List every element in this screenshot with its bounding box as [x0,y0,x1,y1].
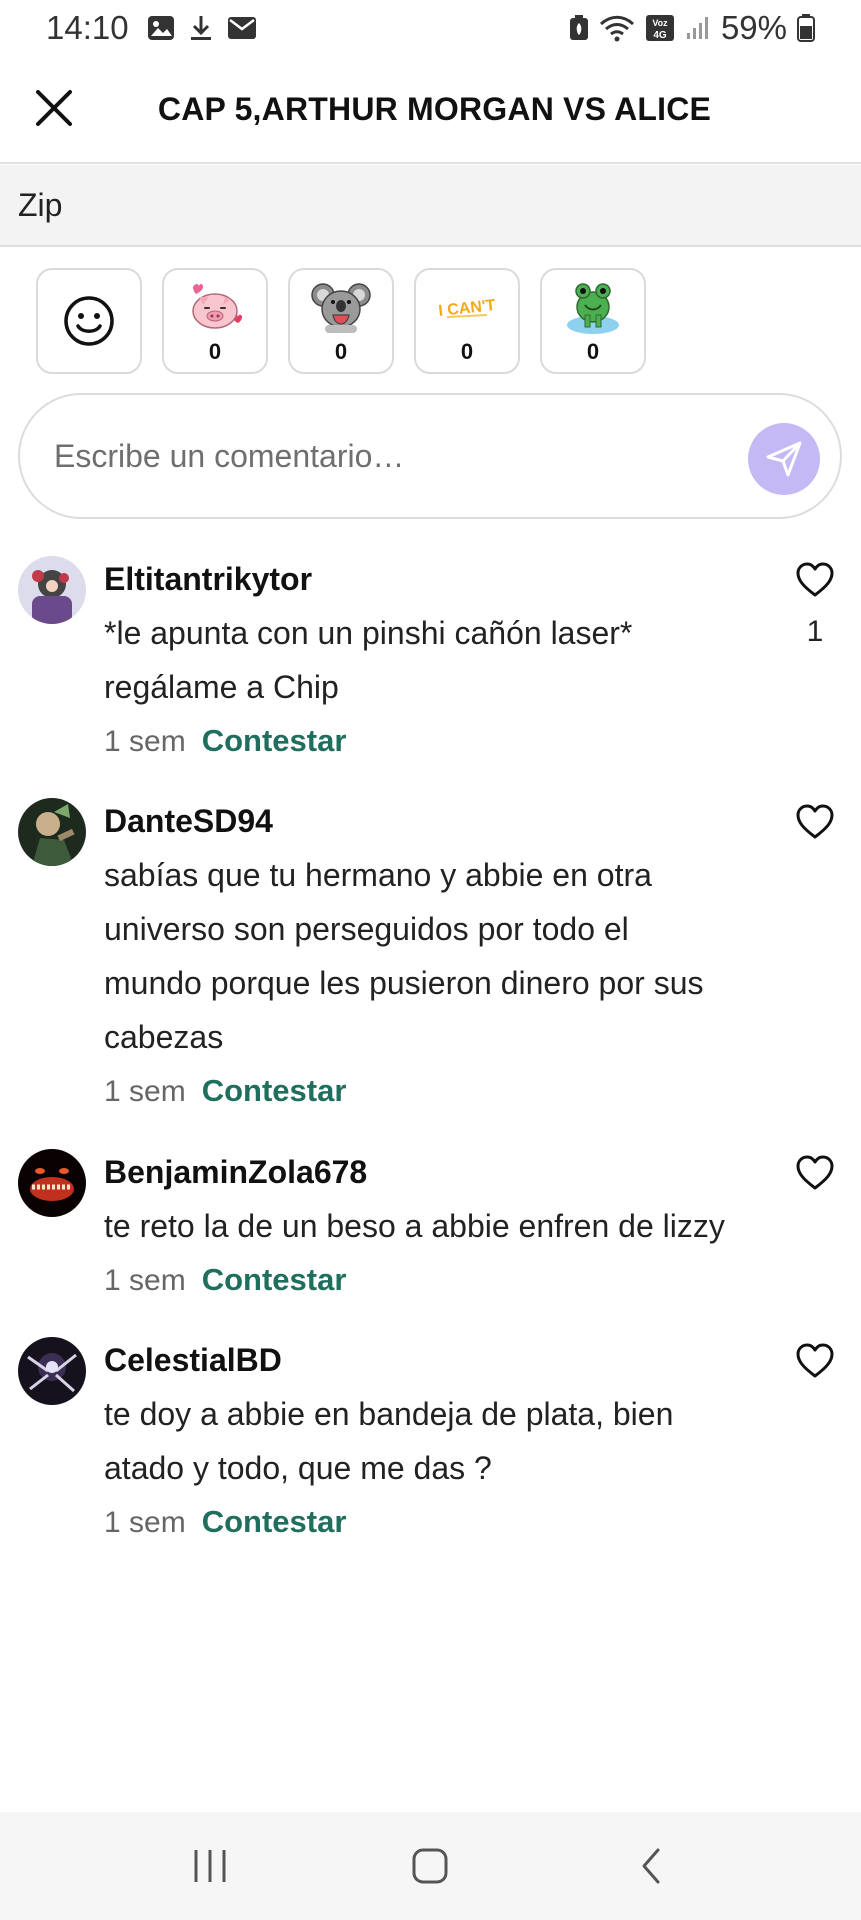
recent-apps-icon [194,1850,226,1882]
comment-item: DanteSD94 sabías que tu hermano y abbie … [0,794,861,1145]
download-icon [190,16,211,40]
mail-icon [227,17,256,39]
heart-icon [796,1155,834,1190]
koala-sticker-button[interactable]: 0 [288,268,394,374]
comment-text: atado y todo, que me das ? [104,1450,492,1486]
zip-bar[interactable]: Zip [0,165,861,247]
recent-apps-button[interactable] [180,1836,240,1896]
frog-sticker-icon [567,283,619,334]
signal-icon [686,17,708,39]
send-button[interactable] [748,423,820,495]
battery-saver-icon [569,15,588,40]
system-nav-bar [0,1812,861,1920]
comment-username[interactable]: Eltitantrikytor [104,552,741,606]
status-time: 14:10 [46,9,129,46]
comment-username[interactable]: BenjaminZola678 [104,1145,741,1199]
comment-text: te doy a abbie en bandeja de plata, bien [104,1396,674,1432]
comment-text: te reto la de un beso a abbie enfren de … [104,1208,725,1244]
comment-input[interactable] [54,437,694,475]
reply-button[interactable]: Contestar [202,1073,347,1108]
like-button[interactable]: 1 [795,562,835,649]
comment-text: *le apunta con un pinshi cañón laser* [104,615,633,651]
comment-text: sabías que tu hermano y abbie en otra [104,857,652,893]
svg-text:Voz: Voz [652,18,668,28]
like-button[interactable] [795,1155,835,1208]
comment-time: 1 sem [104,1075,186,1108]
back-button[interactable] [621,1836,681,1896]
heart-icon [796,804,834,839]
comment-time: 1 sem [104,725,186,758]
comment-item: BenjaminZola678 te reto la de un beso a … [0,1145,861,1333]
volte-icon: Voz 4G [645,15,674,41]
comment-text: regálame a Chip [104,669,339,705]
comment-meta: 1 sem Contestar [104,714,741,769]
comment-username[interactable]: CelestialBD [104,1333,741,1387]
comment-item: Eltitantrikytor *le apunta con un pinshi… [0,552,861,794]
comment-list: Eltitantrikytor *le apunta con un pinshi… [0,552,861,1575]
pig-sticker-button[interactable]: 0 [162,268,268,374]
sticker-count: 0 [460,339,474,364]
page-title: CAP 5,ARTHUR MORGAN VS ALICE [157,90,712,127]
frog-sticker-button[interactable]: 0 [540,268,646,374]
battery-percent: 59% [720,9,787,46]
emoji-picker-button[interactable] [36,268,142,374]
comment-time: 1 sem [104,1264,186,1297]
comment-meta: 1 sem Contestar [104,1495,741,1550]
home-icon [412,1848,448,1884]
svg-text:4G: 4G [653,30,667,41]
gallery-icon [147,16,174,40]
comment-text: universo son perseguidos por todo el [104,911,629,947]
koala-sticker-icon [311,283,371,333]
avatar[interactable] [18,556,86,624]
send-icon [766,441,802,477]
avatar[interactable] [18,798,86,866]
back-icon [642,1848,660,1884]
like-button[interactable] [795,1343,835,1396]
header: CAP 5,ARTHUR MORGAN VS ALICE [0,56,861,164]
reply-button[interactable]: Contestar [202,1262,347,1297]
battery-icon [797,14,815,42]
sticker-count: 0 [208,339,222,364]
comment-time: 1 sem [104,1506,186,1539]
pig-sticker-icon [192,284,242,329]
i-cant-sticker-icon: I CAN'T [438,297,497,320]
close-icon[interactable] [34,88,74,128]
wifi-icon [599,15,634,42]
like-button[interactable] [795,804,835,857]
avatar[interactable] [18,1149,86,1217]
reply-button[interactable]: Contestar [202,723,347,758]
sticker-count: 0 [334,339,348,364]
like-count: 1 [806,615,824,648]
i-cant-sticker-button[interactable]: I CAN'T 0 [414,268,520,374]
comment-box [18,393,842,519]
comment-meta: 1 sem Contestar [104,1253,741,1308]
smiley-icon [64,296,114,346]
comment-text: mundo porque les pusieron dinero por sus [104,965,704,1001]
comment-text: cabezas [104,1019,224,1055]
comment-item: CelestialBD te doy a abbie en bandeja de… [0,1333,861,1575]
avatar[interactable] [18,1337,86,1405]
reply-button[interactable]: Contestar [202,1504,347,1539]
sticker-row: 0 0 I CAN'T 0 0 [36,268,646,374]
status-bar: 14:10 Voz 4G 59% [0,0,861,56]
home-button[interactable] [400,1836,460,1896]
sticker-count: 0 [586,339,600,364]
heart-icon [796,1343,834,1378]
zip-label: Zip [18,186,63,223]
heart-icon [796,562,834,597]
comment-meta: 1 sem Contestar [104,1064,741,1119]
comment-username[interactable]: DanteSD94 [104,794,741,848]
